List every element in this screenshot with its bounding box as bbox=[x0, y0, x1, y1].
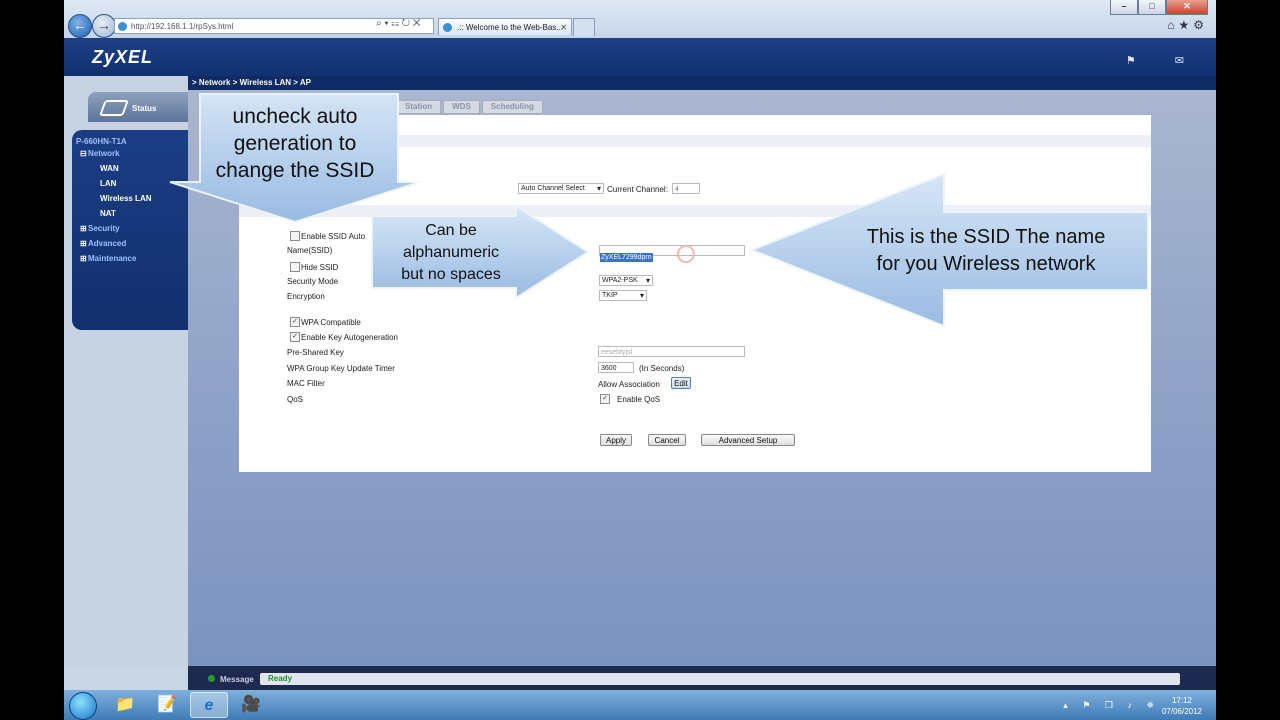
clock-date: 07/06/2012 bbox=[1161, 707, 1202, 716]
right-callout-text: This is the SSID The name for you Wirele… bbox=[818, 224, 1154, 278]
tray-icons[interactable]: ▴ ⚑ ❐ ♪ ✵ bbox=[1063, 700, 1160, 711]
message-status-icon bbox=[208, 675, 215, 682]
screen: – □ ✕ ← → http://192.168.1.1/rpSys.html … bbox=[64, 0, 1216, 720]
message-value: Ready bbox=[260, 673, 1180, 685]
left-callout-line: generation to bbox=[233, 132, 357, 155]
recorder-taskbar-icon[interactable]: 🎥 bbox=[232, 692, 270, 718]
explorer-taskbar-icon[interactable]: 📁 bbox=[106, 692, 144, 718]
notes-taskbar-icon[interactable]: 📝 bbox=[148, 692, 186, 718]
clock[interactable]: 17:12 07/06/2012 bbox=[1162, 695, 1202, 717]
message-label: Message bbox=[220, 675, 254, 684]
middle-callout-line: but no spaces bbox=[401, 266, 501, 283]
taskbar: 📁 📝 e 🎥 ▴ ⚑ ❐ ♪ ✵ 17:12 07/06/2012 bbox=[64, 690, 1216, 720]
ie-taskbar-icon[interactable]: e bbox=[190, 692, 228, 718]
clock-time: 17:12 bbox=[1171, 696, 1192, 705]
middle-callout-text: Can be alphanumeric but no spaces bbox=[374, 220, 528, 286]
middle-callout-line: alphanumeric bbox=[402, 244, 500, 261]
right-callout-line: for you Wireless network bbox=[876, 253, 1096, 275]
right-callout-line: This is the SSID The name bbox=[866, 226, 1106, 248]
message-bar: Message Ready bbox=[188, 666, 1216, 690]
left-callout-line: change the SSID bbox=[215, 159, 375, 182]
left-callout-line: uncheck auto bbox=[232, 105, 358, 128]
left-callout-text: uncheck auto generation to change the SS… bbox=[200, 103, 390, 184]
start-button[interactable] bbox=[69, 692, 97, 720]
middle-callout-line: Can be bbox=[425, 222, 477, 239]
